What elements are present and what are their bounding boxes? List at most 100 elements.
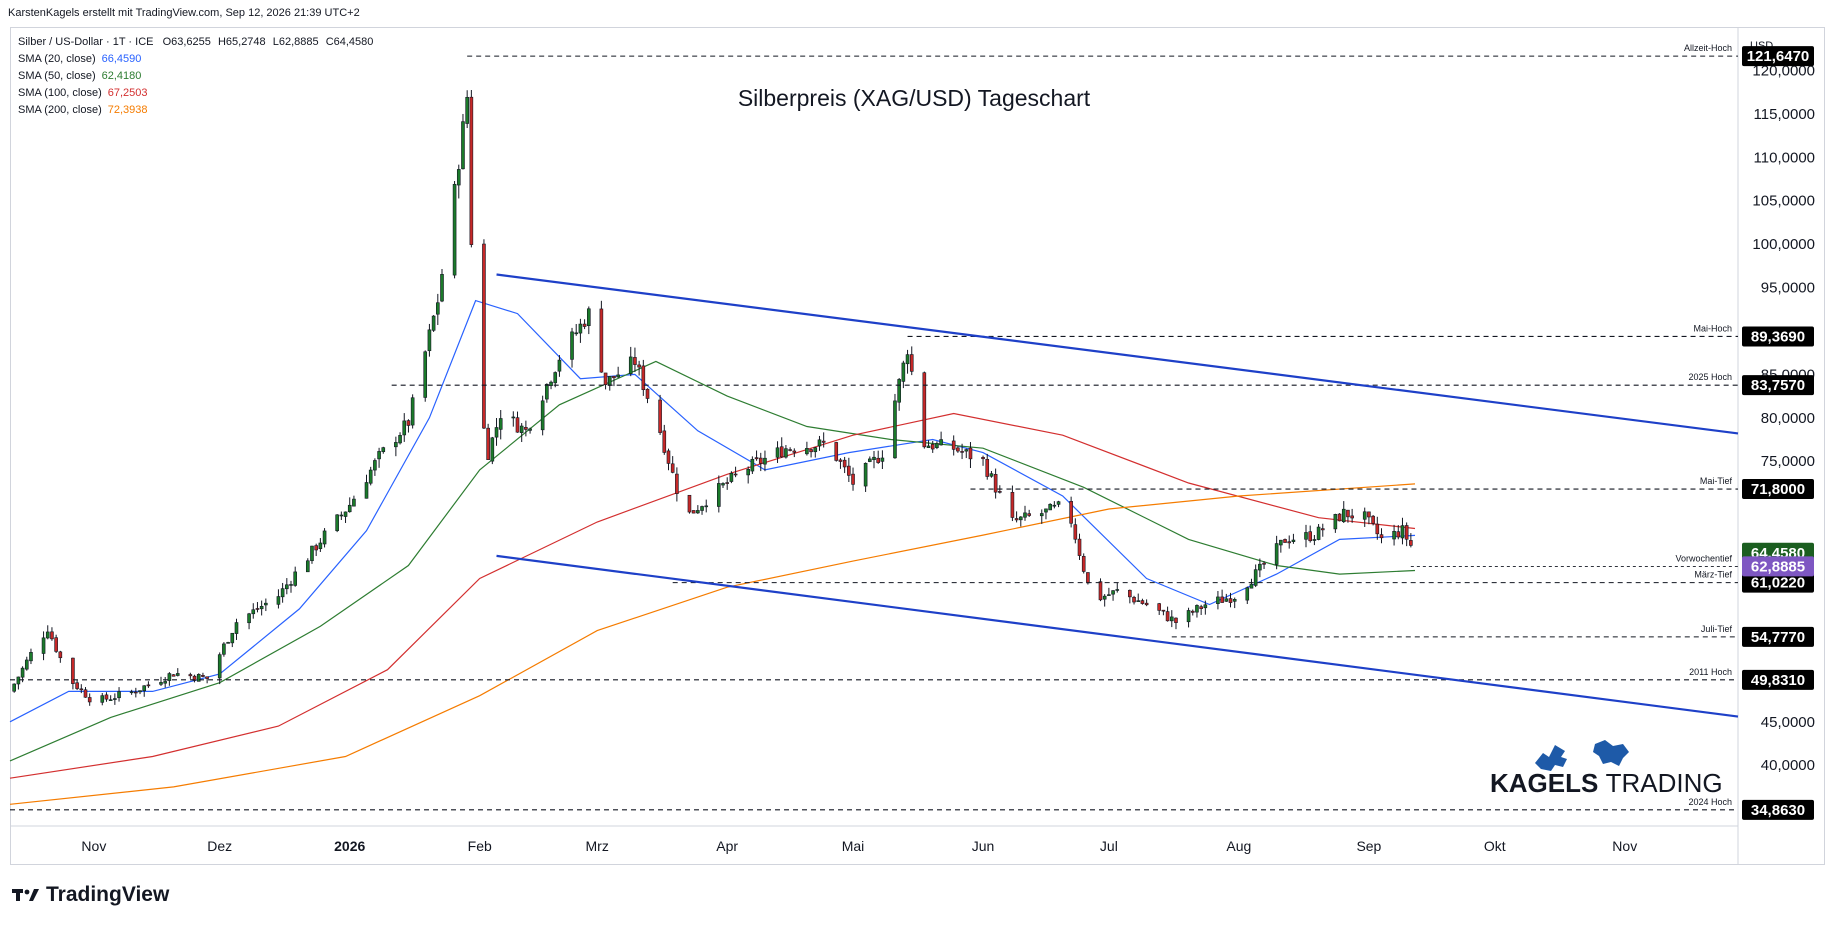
candle-body [163,681,167,684]
legend: Silber / US-Dollar · 1T · ICE O63,6255 H… [18,34,373,119]
candle-body [1232,599,1237,602]
candle-body [1186,610,1191,623]
legend-close: C64,4580 [325,36,374,48]
level-price-label: 83,7570 [1751,377,1805,394]
candle-body [1249,583,1254,589]
x-tick-label: Sep [1356,838,1381,854]
candle-body [1069,500,1073,524]
candle-body [498,418,503,430]
candle-body [901,362,906,382]
candle-body [1128,589,1132,598]
candle-body [981,457,985,460]
candle-body [951,440,956,450]
candle-body [234,622,239,634]
candle-body [87,697,92,703]
candle-body [1052,504,1057,507]
sma-line-sma200 [9,483,1416,805]
candle-body [935,443,939,448]
candle-body [1367,511,1371,518]
candle-body [1316,526,1321,540]
x-tick-label: Feb [468,838,492,854]
candle-body [490,437,495,462]
candle-body [465,96,469,124]
candle-body [1396,531,1401,538]
candle-body [1140,600,1145,604]
candle-body [578,323,583,334]
candle-body [905,354,910,365]
candle-body [553,372,558,384]
candle-body [897,379,901,403]
chart-canvas[interactable]: Silberpreis (XAG/USD) TageschartUSD40,00… [0,0,1835,925]
candle-body [1169,616,1174,622]
level-name: Juli-Tief [1701,624,1733,634]
candle-body [729,472,734,482]
candle-body [347,504,352,513]
candle-body [1077,538,1082,556]
candle-body [696,510,700,514]
candle-body [784,448,788,458]
candle-body [20,667,25,678]
candle-body [1346,509,1350,518]
legend-sma-50[interactable]: SMA (50, close) 62,4180 [18,68,373,85]
candle-body [113,698,117,700]
candle-body [968,447,973,460]
candle-body [339,514,344,517]
x-tick-label: Mai [842,838,865,854]
candle-body [402,420,407,436]
candle-body [1253,569,1258,586]
candle-body [1245,587,1250,601]
candle-body [16,676,21,685]
candle-body [528,428,532,431]
candle-body [394,442,398,448]
sma100-label: SMA (100, close) [18,87,102,99]
candle-body [641,365,646,391]
candle-body [515,417,520,433]
legend-sma-200[interactable]: SMA (200, close) 72,3938 [18,102,373,119]
candle-body [1350,515,1354,519]
candle-body [612,375,616,379]
candle-body [939,439,943,446]
candle-body [880,457,885,462]
candle-body [985,458,990,477]
x-tick-label: Nov [1612,838,1637,854]
candle-body [1010,492,1015,518]
y-tick-label: 95,0000 [1761,280,1815,297]
candle-body [175,673,180,676]
candle-body [788,449,792,451]
candle-body [704,505,709,508]
candle-body [1216,596,1220,605]
candle-body [406,420,411,426]
level-name: 2025 Hoch [1688,372,1732,382]
candle-body [1220,596,1224,603]
legend-sma-20[interactable]: SMA (20, close) 66,4590 [18,51,373,68]
candle-body [146,684,151,687]
candle-body [1291,539,1296,542]
candle-body [318,542,323,550]
candle-body [1023,512,1027,518]
candle-body [255,608,260,610]
candle-body [809,449,813,453]
candle-body [381,447,386,453]
candle-body [1165,611,1170,622]
kagels-trading-text: KAGELS TRADING [1490,768,1723,798]
candle-body [293,571,298,586]
candle-body [335,514,339,532]
legend-open: O63,6255 [162,36,211,48]
candle-body [289,584,293,586]
candle-body [779,446,784,458]
candle-body [486,427,490,460]
tradingview-logo[interactable]: TradingView [12,883,169,907]
candle-body [754,457,759,460]
candle-body [616,374,620,378]
candle-body [54,637,58,652]
legend-sma-100[interactable]: SMA (100, close) 67,2503 [18,85,373,102]
candle-body [872,456,876,460]
level-price-label: 54,7770 [1751,629,1805,646]
sma-line-sma50 [9,360,1416,762]
candle-body [104,694,109,700]
candle-body [108,699,113,701]
candle-body [205,676,209,679]
candle-body [373,460,377,471]
legend-high: H65,2748 [217,36,266,48]
candle-body [662,430,667,453]
